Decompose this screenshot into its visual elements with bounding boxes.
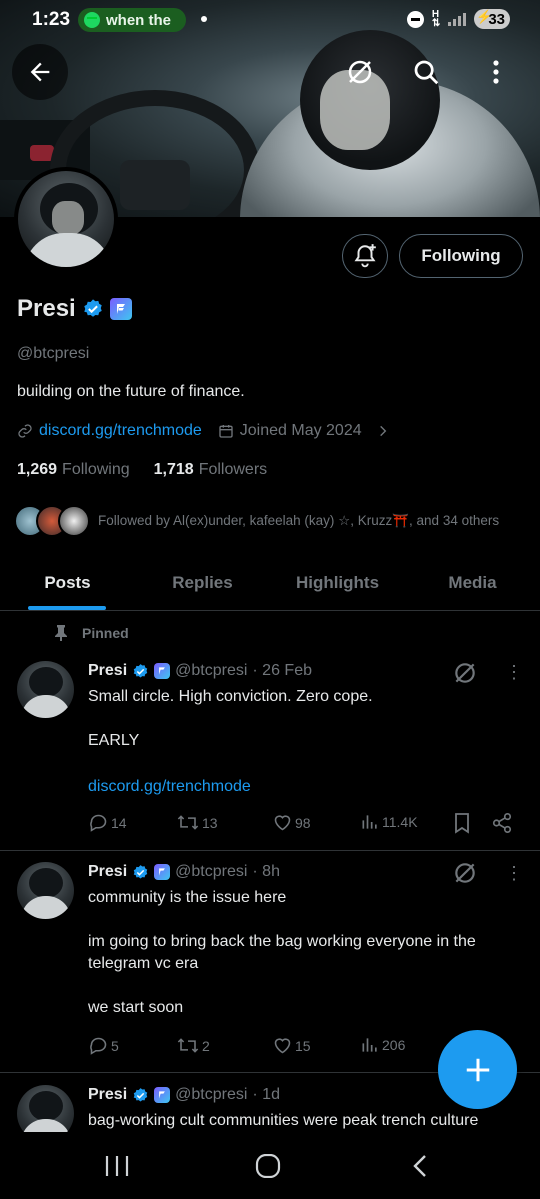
- post-avatar[interactable]: [17, 862, 74, 919]
- pinned-label: Pinned: [54, 625, 129, 641]
- tab-highlights[interactable]: Highlights: [270, 556, 405, 610]
- grok-button[interactable]: [332, 44, 388, 100]
- following-button[interactable]: Following: [399, 234, 523, 278]
- post-text: community is the issue here im going to …: [88, 889, 476, 1016]
- chevron-right-icon[interactable]: [376, 424, 390, 438]
- back-arrow-icon: [30, 62, 50, 82]
- profile-tabs: Posts Replies Highlights Media: [0, 556, 540, 611]
- views-button[interactable]: 206: [360, 1035, 405, 1055]
- media-pill[interactable]: when the: [78, 8, 186, 32]
- battery-indicator: 33: [474, 9, 510, 29]
- bell-plus-icon: [354, 244, 376, 268]
- more-options-button[interactable]: [470, 44, 522, 100]
- verified-badge-icon: [133, 864, 148, 879]
- joined-date: Joined May 2024: [239, 422, 362, 439]
- calendar-icon: [219, 425, 233, 438]
- views-icon: [362, 1038, 377, 1052]
- heart-icon: [274, 815, 291, 831]
- repost-button[interactable]: 13: [176, 812, 218, 833]
- post-author-name[interactable]: Presi: [88, 662, 127, 680]
- tab-posts[interactable]: Posts: [0, 556, 135, 610]
- verified-badge-icon: [133, 1087, 148, 1102]
- plus-icon: [466, 1058, 489, 1081]
- like-button[interactable]: 98: [272, 812, 311, 833]
- affiliation-badge-icon: [154, 663, 171, 679]
- followed-by-row[interactable]: Followed by Al(ex)under, kafeelah (kay) …: [14, 505, 499, 537]
- spotify-icon: [84, 12, 100, 28]
- post-more-icon[interactable]: ⋮: [505, 863, 523, 884]
- post-time: · 8h: [252, 863, 280, 880]
- pin-icon: [55, 625, 67, 641]
- post-author-name[interactable]: Presi: [88, 863, 127, 881]
- recent-apps-icon[interactable]: [104, 1154, 130, 1178]
- profile-name: Presi: [17, 295, 76, 322]
- profile-avatar[interactable]: [14, 167, 118, 271]
- profile-website-link[interactable]: discord.gg/trenchmode: [39, 422, 202, 440]
- tab-replies[interactable]: Replies: [135, 556, 270, 610]
- status-time: 1:23: [32, 9, 71, 30]
- tab-media[interactable]: Media: [405, 556, 540, 610]
- repost-icon: [177, 815, 199, 830]
- search-button[interactable]: [398, 44, 454, 100]
- follower-avatar: [58, 505, 90, 537]
- reply-icon: [90, 814, 107, 832]
- post-avatar[interactable]: [17, 661, 74, 718]
- system-nav-bar: [0, 1132, 540, 1199]
- profile-handle: @btcpresi: [17, 345, 90, 362]
- repost-icon: [177, 1038, 199, 1053]
- more-vertical-icon: [493, 60, 499, 84]
- grok-icon: [348, 60, 372, 84]
- affiliation-badge-icon: [154, 864, 171, 880]
- back-nav-icon[interactable]: [410, 1154, 430, 1178]
- views-icon: [362, 815, 377, 829]
- heart-icon: [274, 1038, 291, 1054]
- banner-wheel-hub: [120, 160, 190, 210]
- search-icon: [414, 60, 439, 85]
- do-not-disturb-icon: [406, 10, 424, 28]
- grok-icon[interactable]: [452, 660, 478, 686]
- affiliation-badge-icon: [154, 1087, 171, 1103]
- bookmark-icon[interactable]: [452, 812, 472, 834]
- followers-count-link[interactable]: 1,718 Followers: [154, 461, 268, 479]
- compose-button[interactable]: [438, 1030, 517, 1109]
- network-type-icon: H ⇅: [431, 9, 441, 29]
- post-text: bag-working cult communities were peak t…: [88, 1112, 479, 1129]
- share-icon[interactable]: [491, 812, 513, 834]
- post-link[interactable]: discord.gg/trenchmode: [88, 776, 518, 798]
- post-more-icon[interactable]: ⋮: [505, 662, 523, 683]
- reply-button[interactable]: 5: [88, 1035, 119, 1056]
- repost-button[interactable]: 2: [176, 1035, 210, 1056]
- verified-badge-icon[interactable]: [82, 298, 104, 320]
- reply-icon: [90, 1037, 107, 1055]
- notifications-button[interactable]: [342, 234, 388, 278]
- following-count-link[interactable]: 1,269 Following: [17, 461, 130, 479]
- post-text: Small circle. High conviction. Zero cope…: [88, 688, 373, 749]
- status-bar: 1:23 when the H⇅ 33: [0, 0, 540, 40]
- media-pill-text: when the: [106, 11, 172, 29]
- post-time: · 1d: [252, 1086, 280, 1103]
- post-time: · 26 Feb: [252, 662, 312, 679]
- reply-button[interactable]: 14: [88, 812, 127, 833]
- signal-icon: [448, 12, 467, 26]
- grok-icon[interactable]: [452, 860, 478, 886]
- profile-bio: building on the future of finance.: [17, 383, 245, 400]
- post-handle: @btcpresi: [175, 1086, 248, 1103]
- notification-dot-icon: [201, 16, 207, 22]
- post-handle: @btcpresi: [175, 662, 248, 679]
- back-button[interactable]: [12, 44, 68, 100]
- verified-badge-icon: [133, 663, 148, 678]
- views-button[interactable]: 11.4K: [360, 812, 418, 832]
- post-divider: [0, 850, 540, 851]
- link-icon: [18, 424, 32, 438]
- post-author-name[interactable]: Presi: [88, 1086, 127, 1104]
- post-handle: @btcpresi: [175, 863, 248, 880]
- like-button[interactable]: 15: [272, 1035, 311, 1056]
- followed-by-text: Followed by Al(ex)under, kafeelah (kay) …: [98, 513, 500, 528]
- affiliation-badge-icon[interactable]: [109, 298, 132, 320]
- home-icon[interactable]: [255, 1154, 281, 1178]
